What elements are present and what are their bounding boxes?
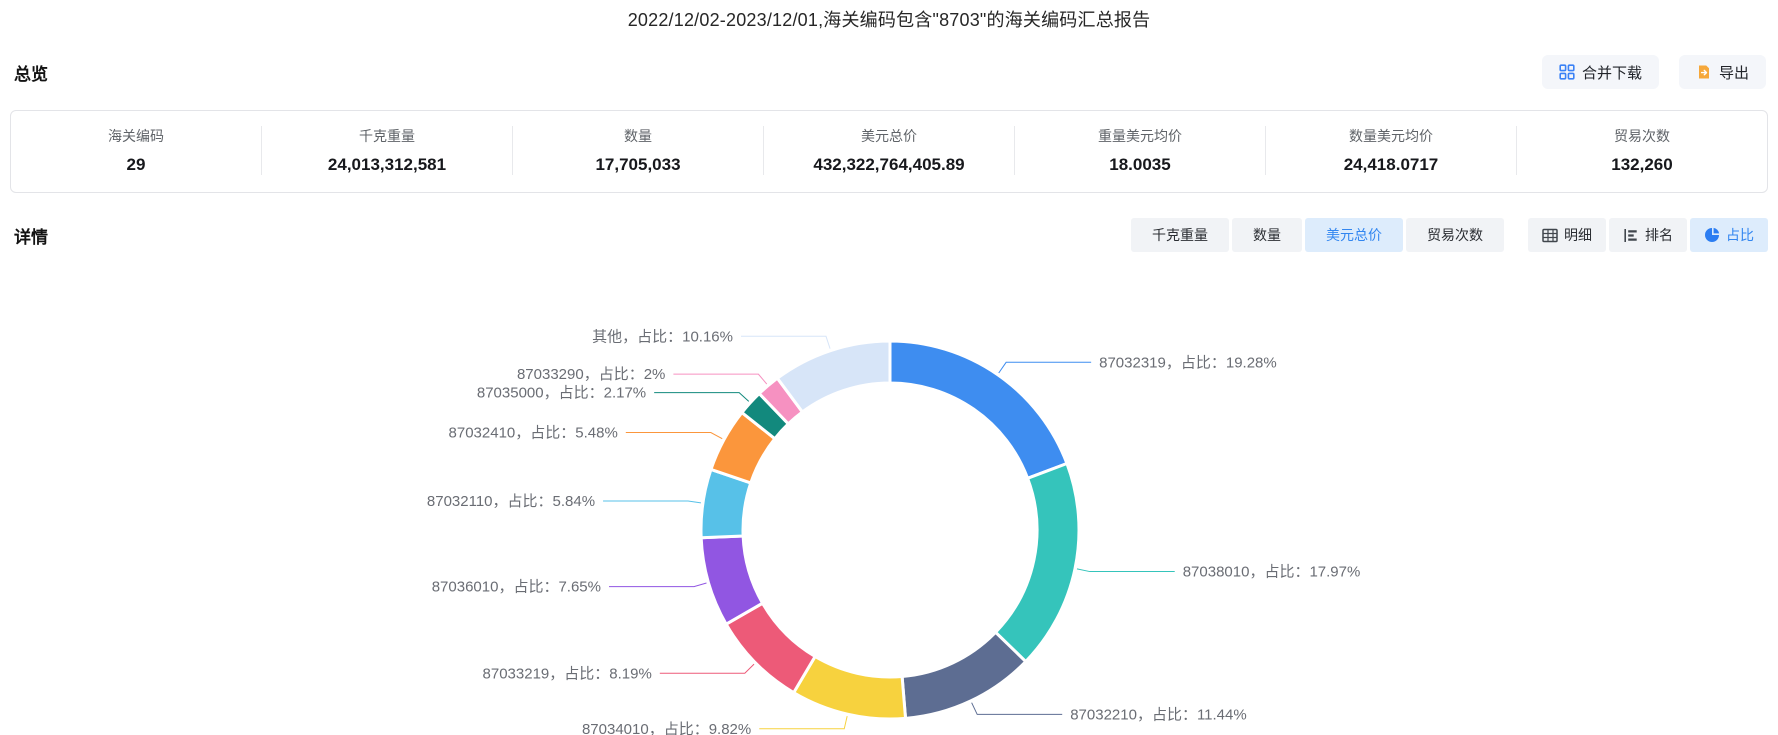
detail-heading: 详情 — [14, 227, 48, 247]
export-label: 导出 — [1718, 64, 1749, 82]
pie-leader-line — [998, 361, 1092, 374]
tab-kg-weight[interactable]: 千克重量 — [1131, 218, 1229, 252]
merge-download-button[interactable]: 合并下载 — [1541, 55, 1659, 89]
tab-quantity[interactable]: 数量 — [1232, 218, 1302, 252]
pie-leader-line — [759, 716, 848, 730]
pie-leader-line — [603, 500, 702, 504]
stat-label: 数量 — [624, 128, 652, 144]
tab-trade-count[interactable]: 贸易次数 — [1406, 218, 1504, 252]
tab-detail-view[interactable]: 明细 — [1528, 218, 1606, 252]
stat-usd-total: 美元总价 432,322,764,405.89 — [763, 126, 1014, 175]
overview-header: 总览 合并下载 导出 — [0, 54, 1778, 90]
pie-slice-87038010[interactable] — [994, 462, 1081, 664]
tab-label: 排名 — [1645, 227, 1673, 243]
merge-download-label: 合并下载 — [1581, 64, 1642, 82]
stat-usd-per-weight: 重量美元均价 18.0035 — [1014, 126, 1265, 175]
tab-ranking-view[interactable]: 排名 — [1609, 218, 1687, 252]
pie-leader-line — [673, 373, 768, 385]
tab-label: 占比 — [1726, 227, 1754, 243]
detail-tab-groups: 千克重量 数量 美元总价 贸易次数 明细 排名 占比 — [1131, 218, 1768, 252]
pie-label-87033219: 87033219，占比：8.19% — [483, 665, 652, 682]
tab-proportion-view[interactable]: 占比 — [1690, 218, 1768, 252]
ranking-icon — [1623, 228, 1639, 243]
pie-leader-line — [740, 335, 831, 349]
pie-leader-line — [971, 702, 1063, 715]
pie-label-87033290: 87033290，占比：2% — [517, 366, 665, 383]
tab-label: 贸易次数 — [1427, 227, 1483, 243]
detail-header: 详情 千克重量 数量 美元总价 贸易次数 明细 排名 占比 — [0, 218, 1778, 252]
pie-label-87032210: 87032210，占比：11.44% — [1070, 706, 1247, 723]
pie-label-其他: 其他，占比：10.16% — [592, 328, 733, 345]
metric-tab-group: 千克重量 数量 美元总价 贸易次数 — [1131, 218, 1504, 252]
stat-usd-per-quantity: 数量美元均价 24,418.0717 — [1265, 126, 1516, 175]
pie-icon — [1704, 227, 1720, 243]
pie-label-87032410: 87032410，占比：5.48% — [449, 425, 618, 442]
stat-customs-code: 海关编码 29 — [11, 126, 261, 175]
pie-slice-其他[interactable] — [775, 339, 892, 414]
pie-leader-line — [625, 432, 723, 440]
export-icon — [1696, 64, 1712, 80]
merge-download-icon — [1559, 64, 1575, 80]
stat-label: 美元总价 — [861, 128, 917, 144]
tab-label: 明细 — [1564, 227, 1592, 243]
stat-label: 贸易次数 — [1614, 128, 1670, 144]
stat-value: 18.0035 — [1109, 155, 1171, 174]
pie-slice-87032210[interactable] — [900, 630, 1028, 720]
stat-value: 132,260 — [1611, 155, 1673, 174]
stat-quantity: 数量 17,705,033 — [512, 126, 763, 175]
stat-value: 29 — [126, 155, 146, 174]
overview-heading: 总览 — [14, 64, 48, 84]
pie-leader-line — [609, 582, 707, 588]
view-tab-group: 明细 排名 占比 — [1528, 218, 1768, 252]
pie-leader-line — [659, 663, 755, 674]
pie-label-87034010: 87034010，占比：9.82% — [582, 721, 751, 735]
export-button[interactable]: 导出 — [1678, 55, 1766, 89]
pie-label-87032110: 87032110，占比：5.84% — [427, 493, 595, 510]
tab-label: 千克重量 — [1152, 227, 1208, 243]
stat-value: 24,013,312,581 — [327, 155, 447, 174]
pie-label-87035000: 87035000，占比：2.17% — [477, 385, 646, 402]
stat-label: 重量美元均价 — [1098, 128, 1182, 144]
table-icon — [1542, 228, 1558, 243]
pie-leader-line — [1076, 568, 1175, 573]
stat-trade-count: 贸易次数 132,260 — [1516, 126, 1767, 175]
pie-label-87038010: 87038010，占比：17.97% — [1183, 564, 1361, 581]
tab-usd-total[interactable]: 美元总价 — [1305, 218, 1403, 252]
overview-actions: 合并下载 导出 — [1541, 55, 1766, 89]
pie-label-87036010: 87036010，占比：7.65% — [432, 579, 601, 596]
pie-slice-87032319[interactable] — [888, 339, 1069, 480]
report-title: 2022/12/02-2023/12/01,海关编码包含"8703"的海关编码汇… — [627, 10, 1151, 30]
pie-label-87032319: 87032319，占比：19.28% — [1099, 354, 1277, 371]
stat-value: 24,418.0717 — [1343, 155, 1439, 174]
overview-stats-card: 海关编码 29 千克重量 24,013,312,581 数量 17,705,03… — [10, 110, 1768, 193]
stat-label: 海关编码 — [108, 128, 164, 144]
tab-label: 数量 — [1253, 227, 1281, 243]
stat-kg-weight: 千克重量 24,013,312,581 — [261, 126, 512, 175]
stat-value: 17,705,033 — [595, 155, 681, 174]
stat-value: 432,322,764,405.89 — [813, 155, 965, 174]
pie-leader-line — [654, 392, 750, 402]
stat-label: 千克重量 — [359, 128, 415, 144]
stat-label: 数量美元均价 — [1349, 128, 1433, 144]
tab-label: 美元总价 — [1326, 227, 1382, 243]
